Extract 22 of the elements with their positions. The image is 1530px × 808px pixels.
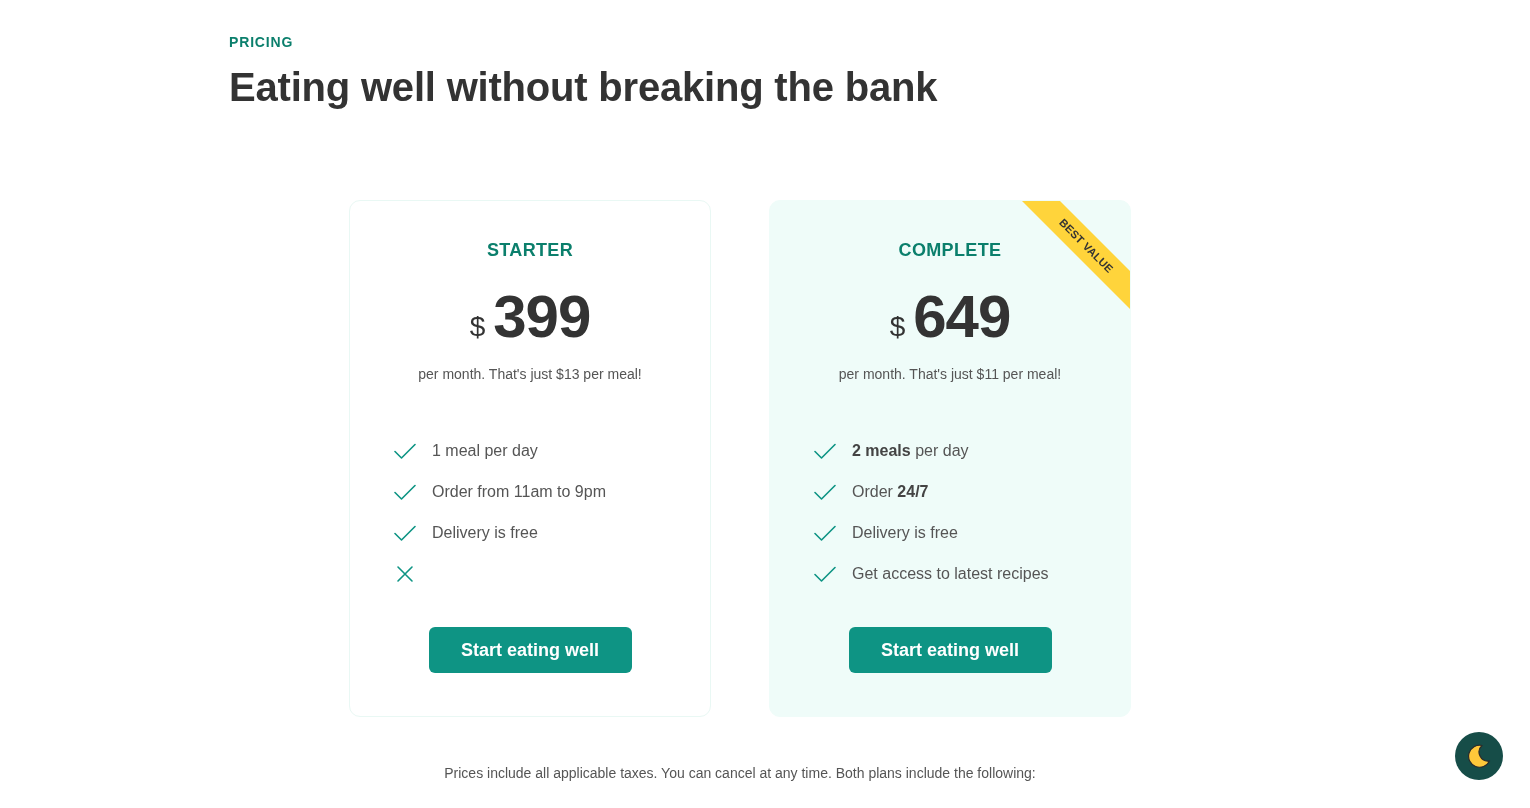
feature-text: Delivery is free <box>852 522 958 543</box>
price-amount: 399 <box>493 284 591 350</box>
section-eyebrow: PRICING <box>229 33 294 51</box>
currency-symbol: $ <box>469 312 486 342</box>
feature-text: Order from 11am to 9pm <box>432 481 606 502</box>
price-note: per month. That's just $11 per meal! <box>838 365 1062 384</box>
feature-text: Order 24/7 <box>852 481 929 502</box>
theme-toggle-button[interactable] <box>1455 732 1503 780</box>
footnote-text: Prices include all applicable taxes. You can cancel at any time. Both plans include the following: <box>444 764 1036 783</box>
start-button[interactable]: Start eating well <box>428 627 632 673</box>
plan-name: COMPLETE <box>898 239 1002 262</box>
price-amount: 649 <box>913 284 1011 350</box>
feature-text: 2 meals per day <box>852 440 969 461</box>
price-note: per month. That's just $13 per meal! <box>418 365 642 384</box>
feature-text: Delivery is free <box>432 522 538 543</box>
plan-name: STARTER <box>486 239 574 262</box>
feature-text: Get access to latest recipes <box>852 563 1049 584</box>
currency-symbol: $ <box>889 312 906 342</box>
moon-icon <box>1467 744 1491 768</box>
start-button[interactable]: Start eating well <box>848 627 1052 673</box>
feature-text: 1 meal per day <box>432 440 538 461</box>
section-heading: Eating well without breaking the bank <box>229 64 938 111</box>
